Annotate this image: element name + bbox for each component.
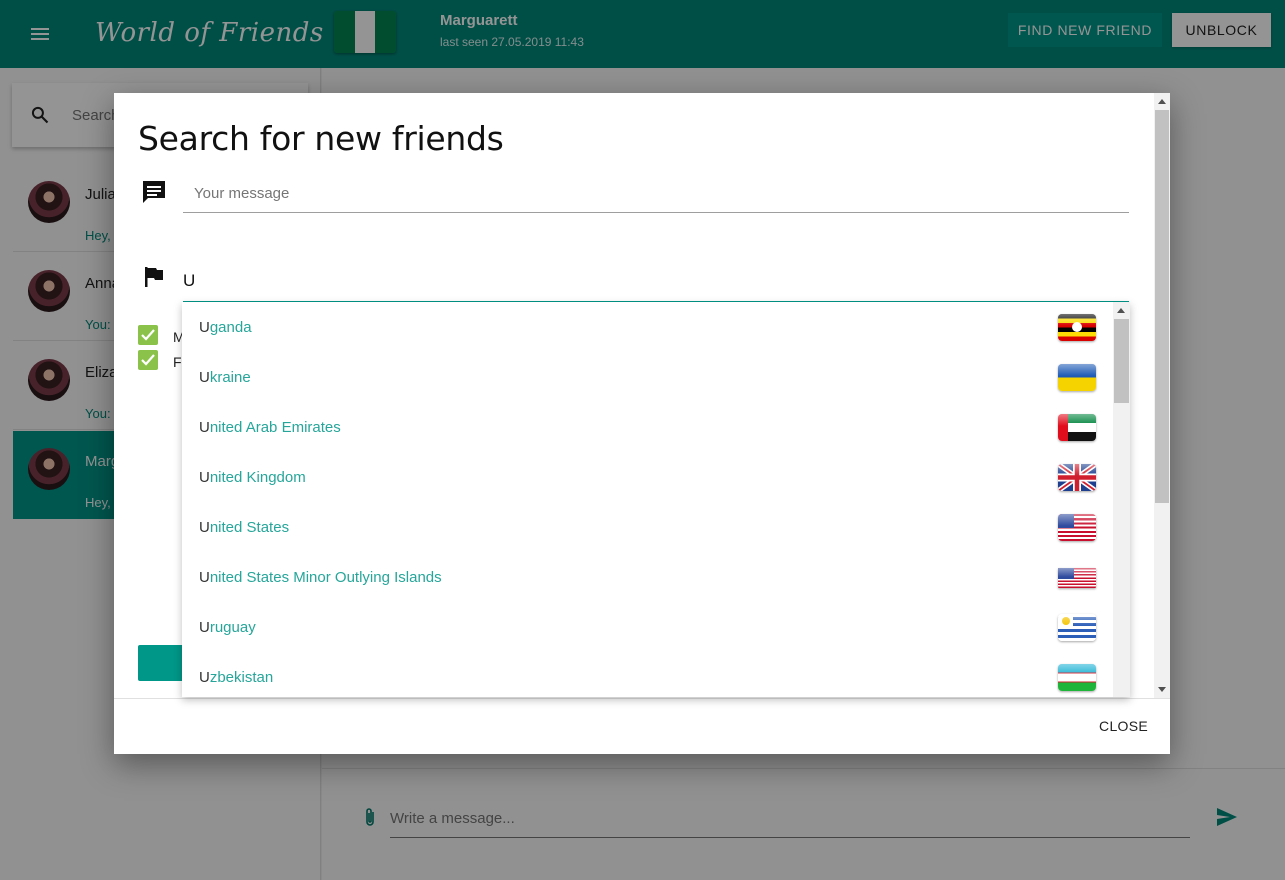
suggestion-uruguay[interactable]: Uruguay: [182, 603, 1113, 653]
suggestion-united-arab-emirates[interactable]: United Arab Emirates: [182, 403, 1113, 453]
suggestion-label: Ukraine: [199, 369, 251, 386]
suggestion-united-states[interactable]: United States: [182, 503, 1113, 553]
your-message-input[interactable]: [183, 175, 1129, 213]
suggestion-ukraine[interactable]: Ukraine: [182, 353, 1113, 403]
uae-flag-icon: [1058, 414, 1096, 441]
suggestion-label: Uganda: [199, 319, 252, 336]
scroll-thumb[interactable]: [1155, 110, 1169, 503]
suggestion-uzbekistan[interactable]: Uzbekistan: [182, 653, 1113, 697]
suggestion-label: Uruguay: [199, 619, 256, 636]
usa-flag-icon: [1058, 568, 1096, 588]
suggestion-label: United States Minor Outlying Islands: [199, 569, 442, 586]
country-suggestions: Uganda Ukraine United Arab Emirates Unit…: [182, 302, 1130, 697]
ukraine-flag-icon: [1058, 364, 1096, 391]
suggestion-uganda[interactable]: Uganda: [182, 303, 1113, 353]
suggestion-label: United Kingdom: [199, 469, 306, 486]
dialog-scrollbar[interactable]: [1154, 93, 1170, 698]
suggestion-us-minor-outlying-islands[interactable]: United States Minor Outlying Islands: [182, 553, 1113, 603]
suggestion-label: Uzbekistan: [199, 669, 274, 686]
scroll-up-arrow[interactable]: [1117, 308, 1125, 313]
uganda-flag-icon: [1058, 314, 1096, 341]
female-checkbox[interactable]: [138, 350, 158, 370]
message-icon: [143, 181, 165, 203]
uruguay-flag-icon: [1058, 614, 1096, 641]
scroll-up-arrow[interactable]: [1158, 99, 1166, 104]
scroll-thumb[interactable]: [1114, 319, 1129, 403]
dialog-title: Search for new friends: [138, 119, 504, 158]
suggestion-label: United States: [199, 519, 290, 536]
flag-icon: [145, 267, 163, 287]
uk-flag-icon: [1058, 464, 1096, 491]
dialog-footer: CLOSE: [114, 698, 1170, 754]
close-button[interactable]: CLOSE: [1099, 718, 1148, 734]
suggestion-label: United Arab Emirates: [199, 419, 341, 436]
suggestions-scrollbar[interactable]: [1113, 302, 1130, 697]
country-input[interactable]: [183, 261, 1129, 302]
uzbekistan-flag-icon: [1058, 664, 1096, 691]
suggestion-united-kingdom[interactable]: United Kingdom: [182, 453, 1113, 503]
usa-flag-icon: [1058, 514, 1096, 541]
scroll-down-arrow[interactable]: [1158, 687, 1166, 692]
male-checkbox[interactable]: [138, 325, 158, 345]
